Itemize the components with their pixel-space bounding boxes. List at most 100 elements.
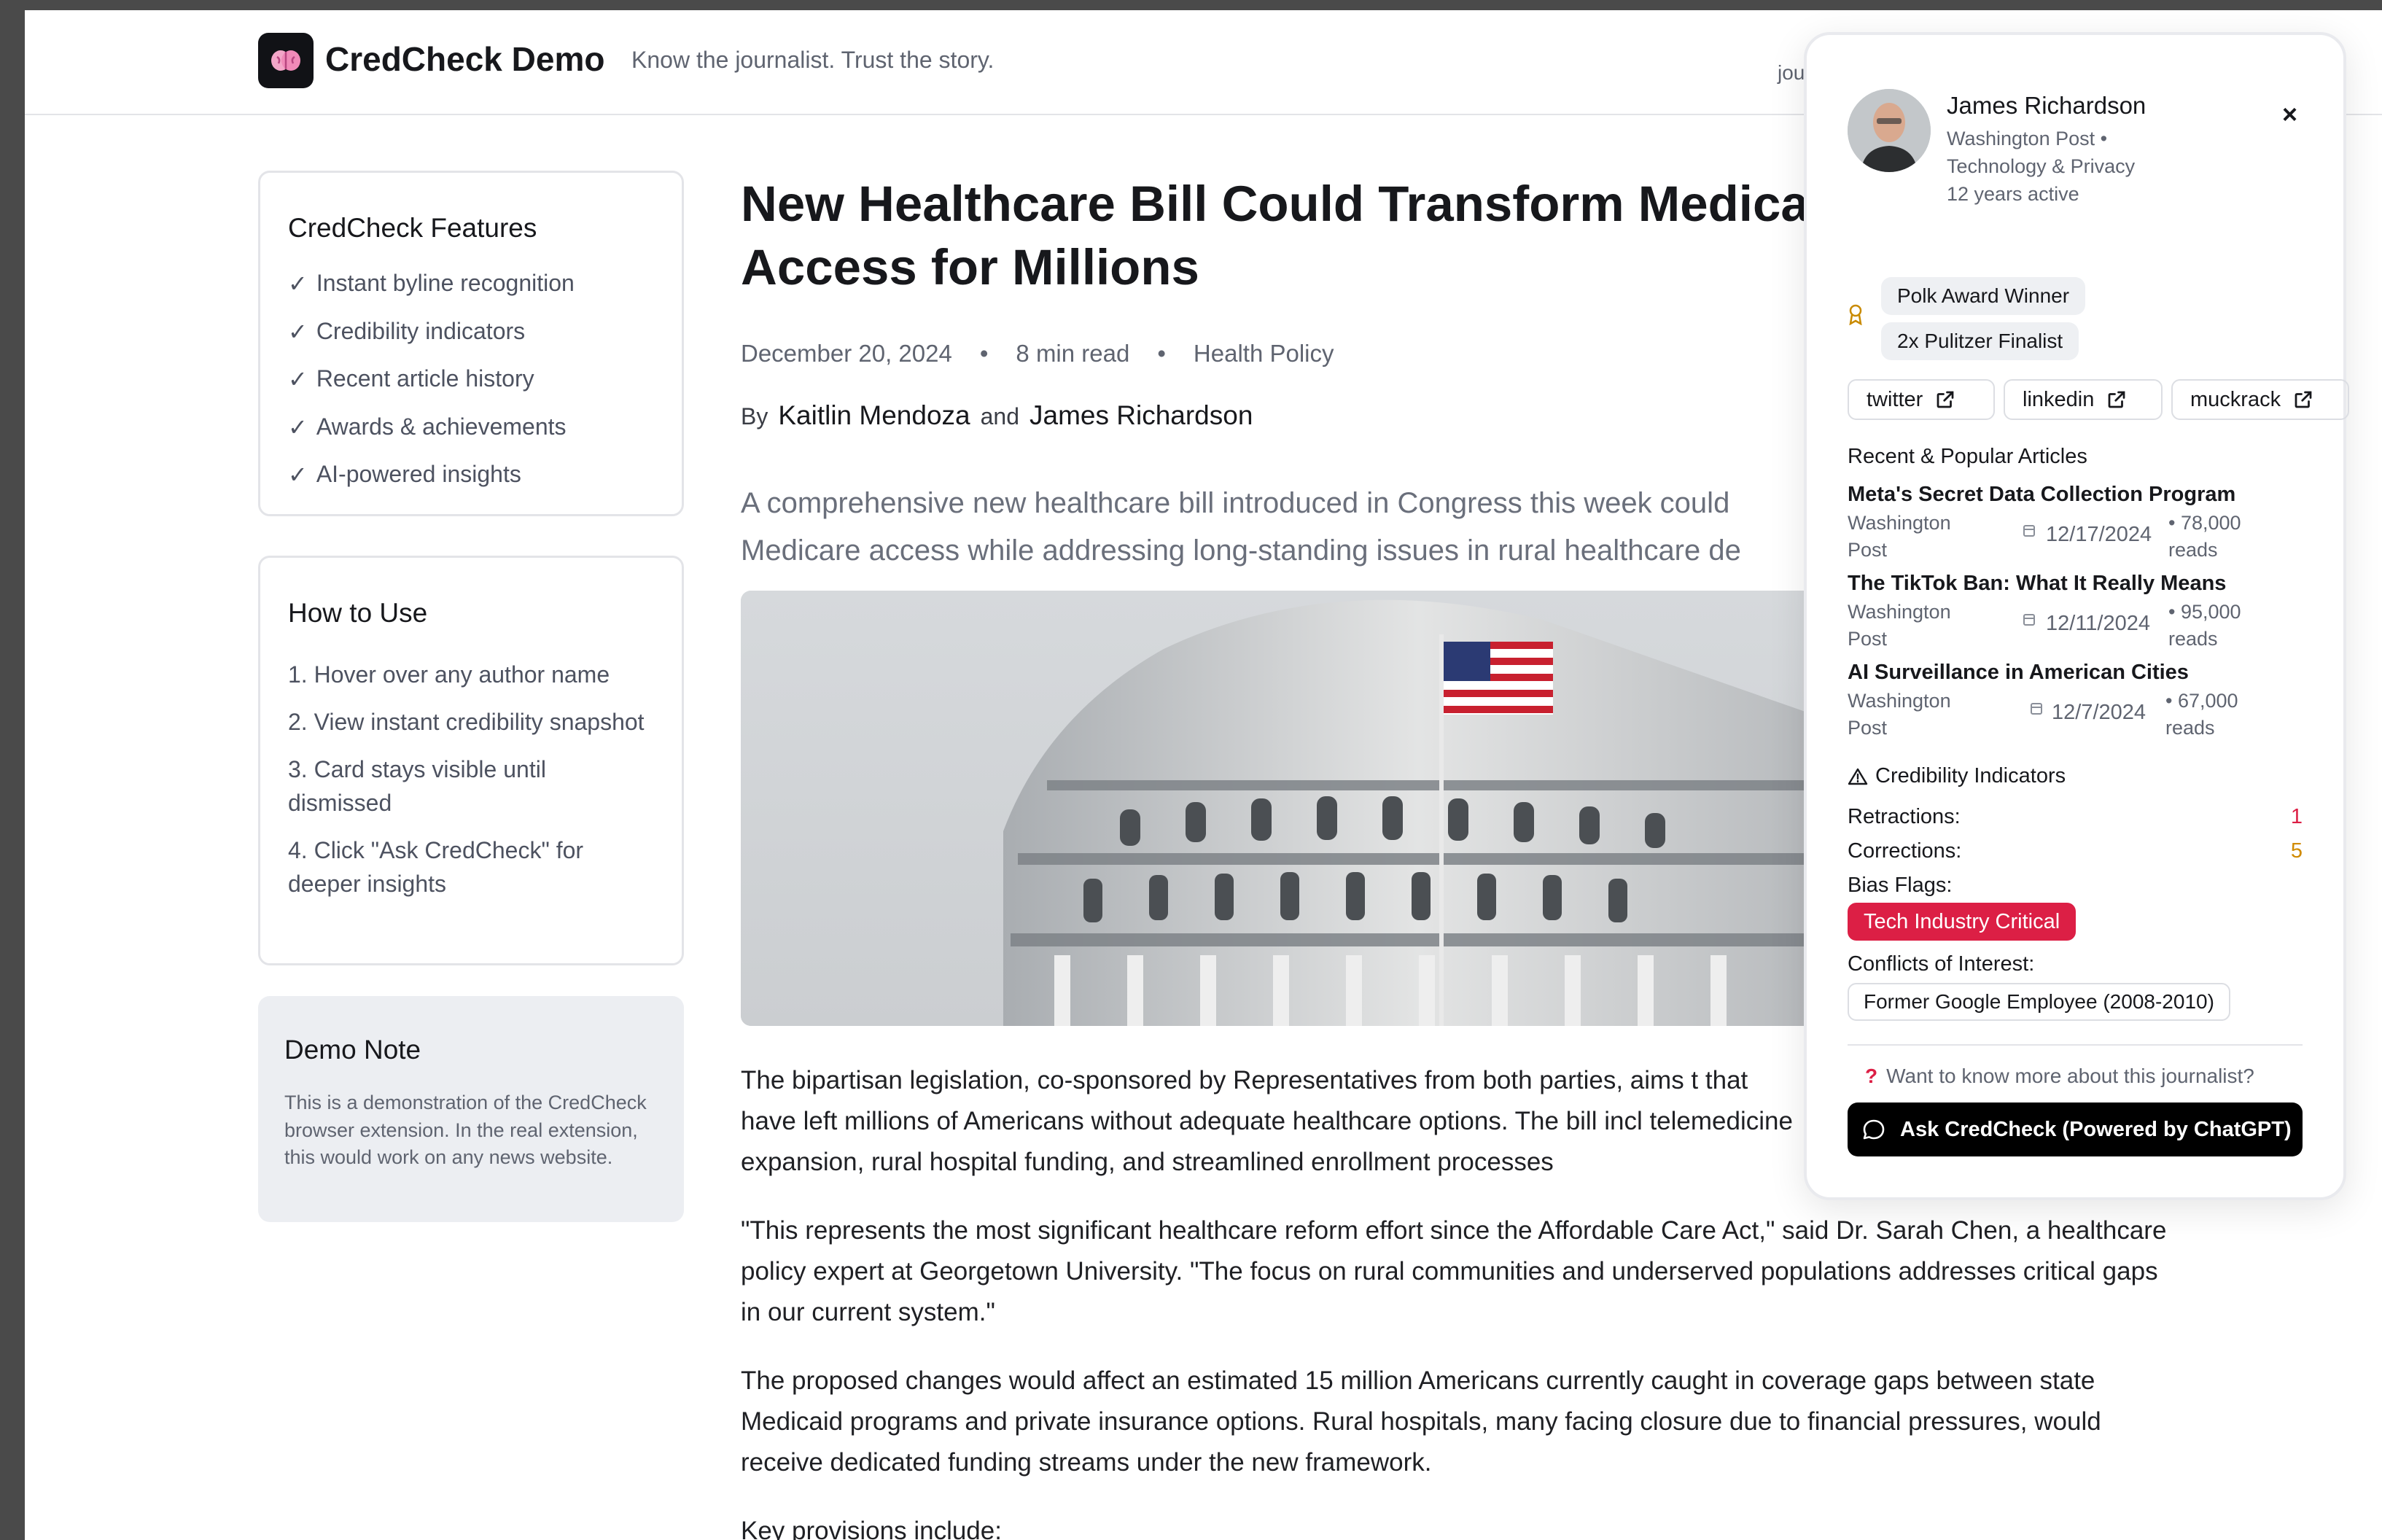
more-info-text: Want to know more about this journalist? [1886,1065,2254,1087]
how-to-step: 2. View instant credibility snapshot [288,709,645,735]
how-to-step: 1. Hover over any author name [288,661,610,688]
feature-label: Credibility indicators [316,317,526,344]
recent-article[interactable]: Meta's Secret Data Collection Program Wa… [1848,483,2314,562]
article-reads: • 67,000 reads [2165,690,2238,739]
article-publication: Washington Post [1848,601,1951,650]
article-link[interactable]: AI Surveillance in American Cities [1848,661,2314,685]
close-icon[interactable]: × [2282,99,2297,130]
journalist-name: James Richardson [1947,92,2146,119]
corrections-count: 5 [2290,839,2303,863]
check-icon: ✓ [288,271,308,297]
feature-item: ✓ Awards & achievements [288,413,575,462]
feature-item: ✓ AI-powered insights [288,461,575,509]
corrections-label: Corrections: [1848,839,1962,863]
more-info-prompt: ? Want to know more about this journalis… [1865,1065,2254,1088]
bias-flag-badge: Tech Industry Critical [1848,903,2077,941]
recent-articles-title: Recent & Popular Articles [1848,445,2087,468]
calendar-icon [2023,614,2035,626]
conflict-badge: Former Google Employee (2008-2010) [1848,983,2230,1021]
calendar-icon [2023,525,2035,537]
demo-note-text: This is a demonstration of the CredCheck… [284,1092,647,1168]
brain-logo-icon[interactable] [258,33,314,88]
journalist-outlet: Washington Post • [1947,128,2108,149]
conflicts-label: Conflicts of Interest: [1848,952,2035,976]
features-card: CredCheck Features ✓ Instant byline recog… [258,171,684,516]
recent-article[interactable]: AI Surveillance in American Cities Washi… [1848,661,2314,740]
avatar [1848,89,1931,172]
lede-line: Medicare access while addressing long-st… [741,534,1741,567]
how-to-step: 4. Click "Ask CredCheck" for deeper insi… [288,837,584,897]
capitol-dome-image [741,591,1834,1026]
article-reads: • 78,000 reads [2168,512,2241,561]
social-label: muckrack [2190,387,2281,411]
external-link-icon [2295,391,2312,408]
meta-separator: • [1157,340,1166,367]
article-link[interactable]: The TikTok Ban: What It Really Means [1848,572,2314,596]
recent-article[interactable]: The TikTok Ban: What It Really Means Was… [1848,572,2314,651]
divider [1848,1044,2303,1046]
credibility-indicators-title: Credibility Indicators [1848,764,2066,788]
article-meta-row: Washington Post 12/7/2024 • 67,000 reads [1848,685,2314,740]
article-paragraph: "This represents the most significant he… [741,1216,2167,1326]
check-icon: ✓ [288,318,308,345]
article-publication: Washington Post [1848,512,1951,561]
article-reads: • 95,000 reads [2168,601,2241,650]
article-date: 12/7/2024 [2052,701,2146,724]
feature-item: ✓ Instant byline recognition [288,270,575,318]
brand-name[interactable]: CredCheck Demo [325,39,604,79]
journalist-details: Washington Post • Technology & Privacy 1… [1947,125,2253,208]
how-to-card: How to Use 1. Hover over any author name… [258,556,684,965]
award-icon [1848,303,1864,329]
bias-flags-label: Bias Flags: [1848,874,1953,897]
demo-note-title: Demo Note [284,1035,421,1065]
byline-and: and [980,403,1019,429]
how-to-title: How to Use [288,598,428,628]
meta-separator: • [979,340,989,367]
author-link-kaitlin-mendoza[interactable]: Kaitlin Mendoza [778,400,970,430]
journalist-years: 12 years active [1947,183,2079,205]
award-badge: Polk Award Winner [1881,277,2086,315]
article-read-time: 8 min read [1016,340,1130,367]
social-label: twitter [1867,387,1923,411]
check-icon: ✓ [288,462,308,488]
question-icon: ? [1865,1065,1878,1087]
feature-label: Instant byline recognition [316,270,575,296]
feature-label: Awards & achievements [316,413,567,440]
article-meta-row: Washington Post 12/11/2024 • 95,000 reads [1848,596,2314,651]
chat-bubble-icon [1863,1119,1885,1140]
retractions-count: 1 [2290,805,2303,828]
browser-viewport: CredCheck Demo Know the journalist. Trus… [25,10,2382,1540]
warning-triangle-icon [1848,768,1868,785]
credibility-title-label: Credibility Indicators [1875,764,2066,788]
ask-button-label: Ask CredCheck (Powered by ChatGPT) [1900,1117,2292,1141]
feature-item: ✓ Credibility indicators [288,318,575,366]
article-title: New Healthcare Bill Could Transform Medi… [741,176,1856,295]
journalist-credibility-card: James Richardson Washington Post • Techn… [1804,32,2349,1200]
article-meta: December 20, 2024 • 8 min read • Health Poli… [741,340,1334,368]
article-date: 12/17/2024 [2046,523,2152,546]
feature-label: AI-powered insights [316,461,521,487]
feature-item: ✓ Recent article history [288,365,575,413]
article-date: December 20, 2024 [741,340,952,367]
ask-credcheck-button[interactable]: Ask CredCheck (Powered by ChatGPT) [1848,1102,2303,1156]
brand-tagline: Know the journalist. Trust the story. [631,47,995,73]
linkedin-link[interactable]: linkedin [2004,379,2163,420]
article-link[interactable]: Meta's Secret Data Collection Program [1848,483,2314,507]
external-link-icon [1937,391,1954,408]
features-list: ✓ Instant byline recognition ✓ Credibility… [288,270,575,509]
author-link-james-richardson[interactable]: James Richardson [1030,400,1253,430]
feature-label: Recent article history [316,365,534,392]
header-nav-link[interactable]: jou [1778,61,1805,85]
article-paragraph: The proposed changes would affect an est… [741,1366,2101,1477]
muckrack-link[interactable]: muckrack [2171,379,2349,420]
check-icon: ✓ [288,413,308,440]
article-publication: Washington Post [1848,690,1951,739]
demo-note-card: Demo Note This is a demonstration of the… [258,996,684,1222]
check-icon: ✓ [288,366,308,392]
article-date: 12/11/2024 [2046,612,2150,635]
byline: By Kaitlin Mendoza and James Richardson [741,400,1263,431]
article-paragraph: The bipartisan legislation, co-sponsored… [741,1066,1793,1176]
article-category[interactable]: Health Policy [1194,340,1334,367]
how-to-step: 3. Card stays visible until dismissed [288,756,546,816]
twitter-link[interactable]: twitter [1848,379,1995,420]
